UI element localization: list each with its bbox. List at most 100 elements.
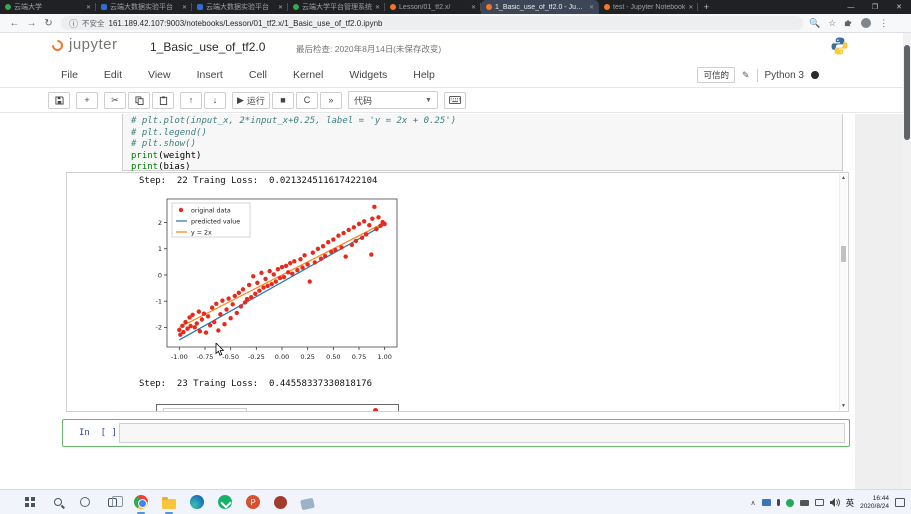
tray-expand-icon[interactable]: ∧	[750, 499, 755, 507]
address-bar[interactable]: ⓘ 不安全 161.189.42.107:9003/notebooks/Less…	[61, 16, 803, 30]
clock[interactable]: 16:44 2020/8/24	[860, 495, 889, 511]
menu-kernel[interactable]: Kernel	[280, 69, 336, 81]
scatter-point	[376, 215, 380, 219]
browser-tab-6[interactable]: test - Jupyter Notebook✕	[599, 0, 698, 14]
browser-tab-2[interactable]: 云端大数据实验平台✕	[192, 0, 288, 14]
chrome-taskbar-icon[interactable]	[133, 494, 149, 510]
file-explorer-icon[interactable]	[161, 494, 177, 510]
move-cell-down-button[interactable]: ↓	[204, 92, 226, 109]
tab-close-icon[interactable]: ✕	[471, 4, 476, 11]
notification-center-icon[interactable]	[895, 498, 905, 507]
start-button[interactable]	[22, 494, 38, 510]
tab-close-icon[interactable]: ✕	[589, 4, 594, 11]
move-cell-up-button[interactable]: ↑	[180, 92, 202, 109]
touch-keyboard-icon[interactable]	[800, 500, 809, 506]
reload-icon[interactable]: ↻	[40, 18, 57, 29]
tab-close-icon[interactable]: ✕	[375, 4, 380, 11]
interrupt-kernel-button[interactable]: ■	[272, 92, 294, 109]
back-icon[interactable]: ←	[6, 18, 23, 29]
page-scrollbar-thumb[interactable]	[904, 45, 910, 140]
restart-run-all-button[interactable]: »	[320, 92, 342, 109]
menu-view[interactable]: View	[135, 69, 184, 81]
green-globe-icon	[5, 4, 11, 10]
restart-kernel-button[interactable]: C	[296, 92, 318, 109]
menu-insert[interactable]: Insert	[184, 69, 236, 81]
output-scroll-box[interactable]: Step: 22 Traing Loss: 0.0213245116174221…	[66, 172, 849, 412]
scroll-up-icon[interactable]: ▲	[840, 175, 847, 181]
maroon-app-icon[interactable]	[272, 494, 288, 510]
scatter-point	[226, 296, 230, 300]
microphone-icon[interactable]	[777, 499, 780, 506]
search-icon[interactable]	[50, 494, 66, 510]
bookmark-star-icon[interactable]: ☆	[828, 18, 836, 29]
menu-file[interactable]: File	[48, 69, 91, 81]
tab-close-icon[interactable]: ✕	[86, 4, 91, 11]
display-icon[interactable]	[815, 499, 824, 506]
output-scrollbar[interactable]: ▲ ▼	[839, 174, 847, 410]
empty-code-cell[interactable]: In [ ]:	[62, 419, 850, 447]
task-view-icon[interactable]	[104, 494, 120, 510]
volume-icon[interactable]	[830, 494, 840, 512]
profile-avatar[interactable]	[861, 18, 871, 28]
menu-cell[interactable]: Cell	[236, 69, 280, 81]
jupyter-logo-text[interactable]: jupyter	[69, 36, 118, 53]
scatter-point	[284, 264, 288, 268]
add-cell-button[interactable]: +	[76, 92, 98, 109]
run-button[interactable]: ▶ 运行	[232, 92, 270, 109]
menu-widgets[interactable]: Widgets	[336, 69, 400, 81]
browser-tab-0[interactable]: 云端大学✕	[0, 0, 96, 14]
browser-tab-1[interactable]: 云端大数据实验平台✕	[96, 0, 192, 14]
menu-dots-icon[interactable]: ⋮	[879, 18, 888, 29]
edit-title-pencil-icon[interactable]: ✎	[742, 70, 750, 81]
scatter-point	[228, 316, 232, 320]
close-icon[interactable]: ✕	[887, 0, 911, 14]
command-palette-button[interactable]	[444, 92, 466, 109]
scatter-point	[239, 304, 243, 308]
jupyter-orange-icon	[604, 4, 610, 10]
new-tab-button[interactable]: +	[698, 0, 714, 14]
empty-cell-editor[interactable]	[119, 423, 845, 443]
tray-green-icon[interactable]	[786, 499, 794, 507]
divider	[757, 69, 758, 82]
info-icon[interactable]: ⓘ	[69, 17, 78, 30]
x-tick-label: -1.00	[171, 353, 188, 361]
browser-tab-5[interactable]: 1_Basic_use_of_tf2.0 - Jupyter✕	[481, 0, 599, 14]
green-app-icon[interactable]	[217, 494, 233, 510]
code-cell-input[interactable]: # plt.plot(input_x, 2*input_x+0.25, labe…	[122, 114, 843, 171]
tray-app-icon[interactable]	[762, 499, 771, 506]
gray-app-icon[interactable]	[299, 494, 315, 510]
windows-taskbar: P ∧ 英 16:44 2020/8/24	[0, 489, 911, 514]
tab-close-icon[interactable]: ✕	[278, 4, 283, 11]
scatter-point	[331, 237, 335, 241]
tab-close-icon[interactable]: ✕	[182, 4, 187, 11]
menu-edit[interactable]: Edit	[91, 69, 135, 81]
scatter-point	[222, 322, 226, 326]
browser-tab-4[interactable]: Lesson/01_tf2.x/✕	[385, 0, 481, 14]
page-scrollbar[interactable]	[903, 33, 911, 489]
scroll-down-icon[interactable]: ▼	[840, 403, 847, 409]
edge-taskbar-icon[interactable]	[189, 494, 205, 510]
cut-cell-button[interactable]: ✂	[104, 92, 126, 109]
notebook-title[interactable]: 1_Basic_use_of_tf2.0	[150, 40, 265, 54]
menu-help[interactable]: Help	[400, 69, 448, 81]
chevron-down-icon: ▼	[425, 97, 432, 104]
jupyter-logo-icon[interactable]	[50, 38, 66, 54]
browser-tab-3[interactable]: 云端大学平台管理系统✕	[288, 0, 385, 14]
trusted-button[interactable]: 可信的	[697, 67, 735, 83]
powerpoint-icon[interactable]: P	[245, 494, 261, 510]
input-method-indicator[interactable]: 英	[846, 497, 855, 509]
tab-close-icon[interactable]: ✕	[688, 4, 693, 11]
extensions-icon[interactable]	[844, 18, 853, 29]
paste-cell-button[interactable]	[152, 92, 174, 109]
cortana-icon[interactable]	[77, 494, 93, 510]
output-scrollbar-thumb[interactable]	[841, 246, 846, 262]
zoom-icon[interactable]: 🔍	[809, 18, 820, 29]
restore-icon[interactable]: ❐	[863, 0, 887, 14]
y-tick-label: 0	[158, 271, 162, 279]
copy-cell-button[interactable]	[128, 92, 150, 109]
scatter-point	[364, 232, 368, 236]
forward-icon[interactable]: →	[23, 18, 40, 29]
cell-type-select[interactable]: 代码▼	[348, 91, 438, 109]
minimize-icon[interactable]: —	[839, 0, 863, 14]
save-button[interactable]	[48, 92, 70, 109]
